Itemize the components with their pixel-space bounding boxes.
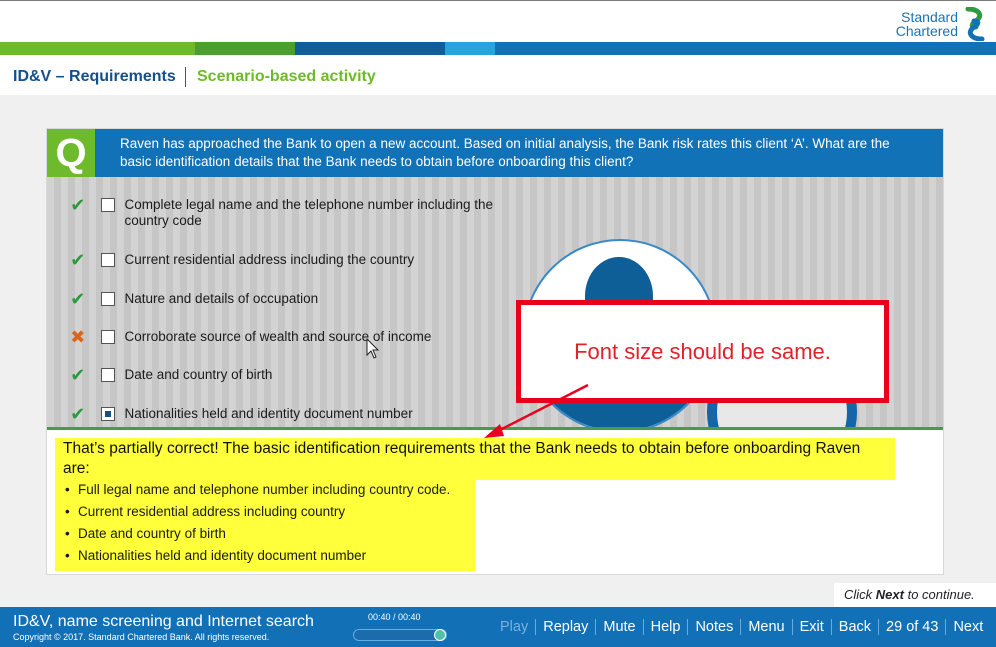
review-annotation-box: Font size should be same.: [516, 300, 889, 403]
replay-button[interactable]: Replay: [543, 619, 588, 635]
option-2[interactable]: ✔ Current residential address including …: [47, 250, 517, 270]
continue-hint: Click Next to continue.: [834, 583, 996, 607]
logo-line-1: Standard: [901, 9, 958, 25]
review-annotation-text: Font size should be same.: [574, 339, 831, 364]
feedback-item: Full legal name and telephone number inc…: [63, 479, 467, 501]
correct-check-icon: ✔: [70, 289, 86, 309]
play-button[interactable]: Play: [500, 619, 528, 635]
option-5[interactable]: ✔ Date and country of birth: [47, 365, 517, 385]
help-button[interactable]: Help: [651, 619, 681, 635]
correct-check-icon: ✔: [70, 404, 86, 424]
question-bar: Q Raven has approached the Bank to open …: [47, 129, 943, 177]
feedback-item: Date and country of birth: [63, 523, 467, 545]
option-5-checkbox[interactable]: [100, 368, 115, 382]
mute-button[interactable]: Mute: [603, 619, 635, 635]
progress-fill: [354, 630, 446, 640]
exit-button[interactable]: Exit: [800, 619, 824, 635]
option-6[interactable]: ✔ Nationalities held and identity docume…: [47, 404, 517, 424]
correct-check-icon: ✔: [70, 195, 86, 215]
option-1[interactable]: ✔ Complete legal name and the telephone …: [47, 195, 517, 229]
continue-hint-next: Next: [875, 587, 904, 602]
option-4-label: Corroborate source of wealth and source …: [124, 329, 432, 344]
title-divider: [185, 67, 186, 87]
option-1-checkbox[interactable]: [100, 198, 115, 212]
menu-button[interactable]: Menu: [748, 619, 784, 635]
question-badge: Q: [47, 129, 95, 177]
timecode: 00:40 / 00:40: [368, 612, 421, 622]
top-header: Standard Chartered: [0, 0, 996, 42]
progress-scrub-handle[interactable]: [434, 629, 446, 641]
playback-progress-bar[interactable]: [353, 629, 447, 641]
page-counter: 29 of 43: [886, 619, 939, 635]
question-text: Raven has approached the Bank to open a …: [120, 136, 890, 169]
correct-check-icon: ✔: [70, 365, 86, 385]
player-footer: ID&V, name screening and Internet search…: [0, 607, 996, 647]
brand-stripes: [0, 42, 996, 55]
back-button[interactable]: Back: [839, 619, 871, 635]
mouse-pointer-icon: [366, 338, 380, 359]
logo-mark-icon: [965, 7, 985, 41]
option-6-checkbox[interactable]: [100, 407, 115, 421]
logo-line-2: Chartered: [895, 23, 958, 39]
feedback-panel: That’s partially correct! The basic iden…: [47, 427, 943, 574]
option-2-checkbox[interactable]: [100, 253, 115, 267]
option-6-label: Nationalities held and identity document…: [124, 406, 413, 421]
feedback-list: Full legal name and telephone number inc…: [55, 477, 475, 571]
module-title: ID&V, name screening and Internet search: [13, 613, 314, 630]
option-5-label: Date and country of birth: [124, 367, 273, 382]
standard-chartered-logo: Standard Chartered: [896, 7, 988, 41]
player-nav: Play Replay Mute Help Notes Menu Exit Ba…: [500, 619, 983, 635]
next-button[interactable]: Next: [953, 619, 983, 635]
feedback-item: Current residential address including co…: [63, 501, 467, 523]
notes-button[interactable]: Notes: [695, 619, 733, 635]
option-4[interactable]: ✖ Corroborate source of wealth and sourc…: [47, 327, 517, 347]
title-bar: ID&V – Requirements Scenario-based activ…: [0, 55, 996, 95]
copyright-text: Copyright © 2017. Standard Chartered Ban…: [13, 632, 270, 642]
feedback-item: Nationalities held and identity document…: [63, 545, 467, 567]
feedback-heading: That’s partially correct! The basic iden…: [55, 438, 895, 480]
course-title: ID&V – Requirements: [13, 68, 176, 85]
option-1-label: Complete legal name and the telephone nu…: [124, 197, 494, 228]
option-4-checkbox[interactable]: [100, 330, 115, 344]
correct-check-icon: ✔: [70, 250, 86, 270]
option-3-label: Nature and details of occupation: [124, 291, 319, 306]
incorrect-cross-icon: ✖: [70, 327, 86, 347]
activity-title: Scenario-based activity: [197, 68, 376, 85]
option-3[interactable]: ✔ Nature and details of occupation: [47, 289, 517, 309]
option-3-checkbox[interactable]: [100, 292, 115, 306]
option-2-label: Current residential address including th…: [124, 252, 415, 267]
